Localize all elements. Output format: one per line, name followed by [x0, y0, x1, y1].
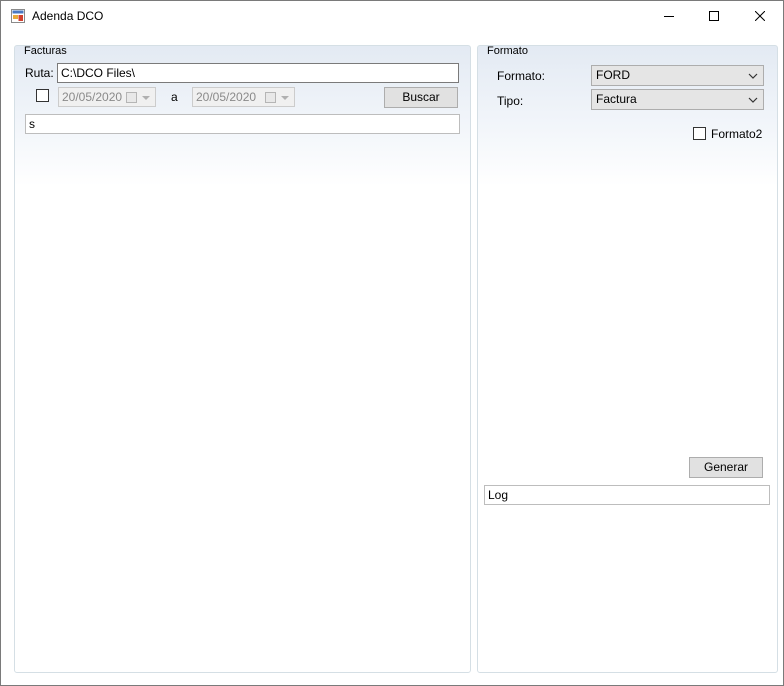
- main-window: Adenda DCO Facturas Ruta: C:\DCO Files\ …: [0, 0, 784, 686]
- app-icon: [11, 9, 25, 23]
- formato-select-value: FORD: [596, 68, 630, 82]
- minimize-icon: [663, 16, 674, 17]
- dropdown-arrow-icon: [142, 96, 150, 100]
- formato2-label[interactable]: Formato2: [711, 127, 762, 141]
- date-filter-checkbox[interactable]: [36, 89, 49, 102]
- maximize-icon: [708, 11, 719, 21]
- chevron-down-icon: [748, 73, 758, 79]
- tipo-label: Tipo:: [497, 94, 524, 108]
- dropdown-arrow-icon: [281, 96, 289, 100]
- formato2-checkbox[interactable]: [693, 127, 706, 140]
- log-output[interactable]: Log: [484, 485, 770, 505]
- date-from-picker[interactable]: 20/05/2020: [58, 87, 156, 107]
- date-separator-label: a: [171, 90, 178, 104]
- minimize-button[interactable]: [646, 1, 691, 31]
- chevron-down-icon: [748, 97, 758, 103]
- window-title: Adenda DCO: [32, 9, 104, 23]
- close-button[interactable]: [737, 1, 782, 31]
- facturas-legend: Facturas: [24, 45, 67, 57]
- buscar-button[interactable]: Buscar: [384, 87, 458, 108]
- title-bar[interactable]: Adenda DCO: [1, 1, 783, 31]
- close-icon: [754, 11, 765, 21]
- date-to-picker[interactable]: 20/05/2020: [192, 87, 295, 107]
- date-from-value: 20/05/2020: [62, 90, 123, 104]
- calendar-icon: [126, 92, 137, 103]
- filter-input[interactable]: s: [25, 114, 460, 134]
- calendar-icon: [265, 92, 276, 103]
- formato-label: Formato:: [497, 69, 546, 83]
- maximize-button[interactable]: [691, 1, 736, 31]
- generar-button[interactable]: Generar: [689, 457, 763, 478]
- ruta-input[interactable]: C:\DCO Files\: [57, 63, 459, 83]
- tipo-select[interactable]: Factura: [591, 89, 764, 110]
- ruta-label: Ruta:: [25, 66, 54, 80]
- date-to-value: 20/05/2020: [196, 90, 257, 104]
- formato-select[interactable]: FORD: [591, 65, 764, 86]
- formato-legend: Formato: [487, 45, 528, 57]
- facturas-list[interactable]: [25, 135, 460, 665]
- tipo-select-value: Factura: [596, 92, 637, 106]
